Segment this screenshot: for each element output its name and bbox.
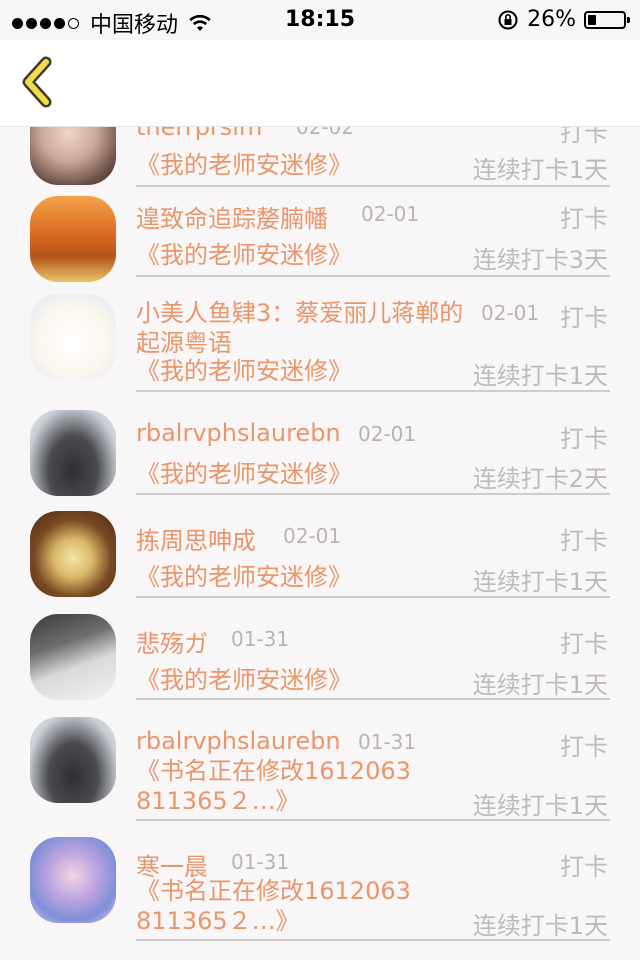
row-divider	[136, 390, 610, 392]
user-avatar[interactable]	[30, 614, 116, 700]
book-title[interactable]: 《我的老师安迷修》	[136, 150, 352, 180]
checkin-label: 打卡	[560, 127, 608, 147]
user-name[interactable]: 拣周思呻成	[136, 521, 256, 556]
user-avatar[interactable]	[30, 294, 116, 380]
entry-date: 01-31	[358, 730, 417, 754]
battery-icon	[584, 10, 630, 29]
list-item[interactable]: 遑致命追踪嫠腩幡 02-01 打卡 《我的老师安迷修》 连续打卡3天	[0, 187, 640, 290]
streak-label: 连续打卡1天	[472, 792, 608, 820]
book-title[interactable]: 《我的老师安迷修》	[136, 562, 352, 592]
entry-date: 02-01	[481, 301, 540, 325]
entry-date: 02-01	[283, 524, 342, 548]
checkin-label: 打卡	[560, 733, 608, 761]
user-avatar[interactable]	[30, 127, 116, 185]
list-item[interactable]: 小美人鱼肄3：蔡爱丽儿蒋郸的起源粤语 02-01 打卡 《我的老师安迷修》 连续…	[0, 290, 640, 407]
user-name[interactable]: rbalrvphslaurebn	[136, 727, 341, 755]
list-item[interactable]: 寒一晨 01-31 打卡 《书名正在修改1612063811365２…》 连续打…	[0, 835, 640, 955]
user-name[interactable]: 悲殇ガ	[136, 624, 208, 659]
checkin-label: 打卡	[560, 527, 608, 555]
book-title[interactable]: 《书名正在修改1612063811365２…》	[136, 876, 426, 936]
entry-date: 02-01	[361, 202, 420, 226]
user-avatar[interactable]	[30, 410, 116, 496]
list-item[interactable]: rbalrvphslaurebn 01-31 打卡 《书名正在修改1612063…	[0, 715, 640, 835]
streak-label: 连续打卡1天	[472, 362, 608, 390]
row-divider	[136, 596, 610, 598]
user-avatar[interactable]	[30, 837, 116, 923]
user-name[interactable]: 小美人鱼肄3：蔡爱丽儿蒋郸的起源粤语	[136, 298, 476, 358]
user-name[interactable]: rbalrvphslaurebn	[136, 419, 341, 447]
list-item[interactable]: 拣周思呻成 02-01 打卡 《我的老师安迷修》 连续打卡1天	[0, 509, 640, 612]
row-divider	[136, 939, 610, 941]
entry-date: 01-31	[231, 850, 290, 874]
entry-date: 02-02	[296, 127, 355, 139]
streak-label: 连续打卡1天	[472, 568, 608, 596]
streak-label: 连续打卡1天	[472, 671, 608, 699]
user-avatar[interactable]	[30, 511, 116, 597]
book-title[interactable]: 《我的老师安迷修》	[136, 240, 352, 270]
checkin-list[interactable]: therrprsim 02-02 打卡 《我的老师安迷修》 连续打卡1天 遑致命…	[0, 127, 640, 960]
checkin-label: 打卡	[560, 205, 608, 233]
list-item[interactable]: 悲殇ガ 01-31 打卡 《我的老师安迷修》 连续打卡1天	[0, 612, 640, 715]
streak-label: 连续打卡2天	[472, 465, 608, 493]
user-name[interactable]: 遑致命追踪嫠腩幡	[136, 199, 328, 234]
checkin-label: 打卡	[560, 853, 608, 881]
entry-date: 01-31	[231, 627, 290, 651]
book-title[interactable]: 《我的老师安迷修》	[136, 356, 352, 386]
row-divider	[136, 698, 610, 700]
list-item[interactable]: rbalrvphslaurebn 02-01 打卡 《我的老师安迷修》 连续打卡…	[0, 407, 640, 509]
orientation-lock-icon	[498, 10, 518, 29]
status-right: 26%	[497, 7, 630, 32]
user-name[interactable]: therrprsim	[136, 127, 262, 141]
battery-percent: 26%	[527, 7, 576, 32]
streak-label: 连续打卡1天	[472, 156, 608, 184]
streak-label: 连续打卡3天	[472, 246, 608, 274]
book-title[interactable]: 《我的老师安迷修》	[136, 665, 352, 695]
checkin-label: 打卡	[560, 425, 608, 453]
row-divider	[136, 819, 610, 821]
status-bar: 中国移动 18:15 26%	[0, 0, 640, 40]
streak-label: 连续打卡1天	[472, 912, 608, 940]
entry-date: 02-01	[358, 422, 417, 446]
user-avatar[interactable]	[30, 196, 116, 282]
book-title[interactable]: 《书名正在修改1612063811365２…》	[136, 756, 426, 816]
chevron-left-icon[interactable]	[14, 54, 62, 110]
row-divider	[136, 275, 610, 277]
row-divider	[136, 493, 610, 495]
navigation-bar	[0, 40, 640, 127]
checkin-label: 打卡	[560, 304, 608, 332]
checkin-label: 打卡	[560, 630, 608, 658]
book-title[interactable]: 《我的老师安迷修》	[136, 459, 352, 489]
user-avatar[interactable]	[30, 717, 116, 803]
list-item[interactable]: therrprsim 02-02 打卡 《我的老师安迷修》 连续打卡1天	[0, 127, 640, 187]
